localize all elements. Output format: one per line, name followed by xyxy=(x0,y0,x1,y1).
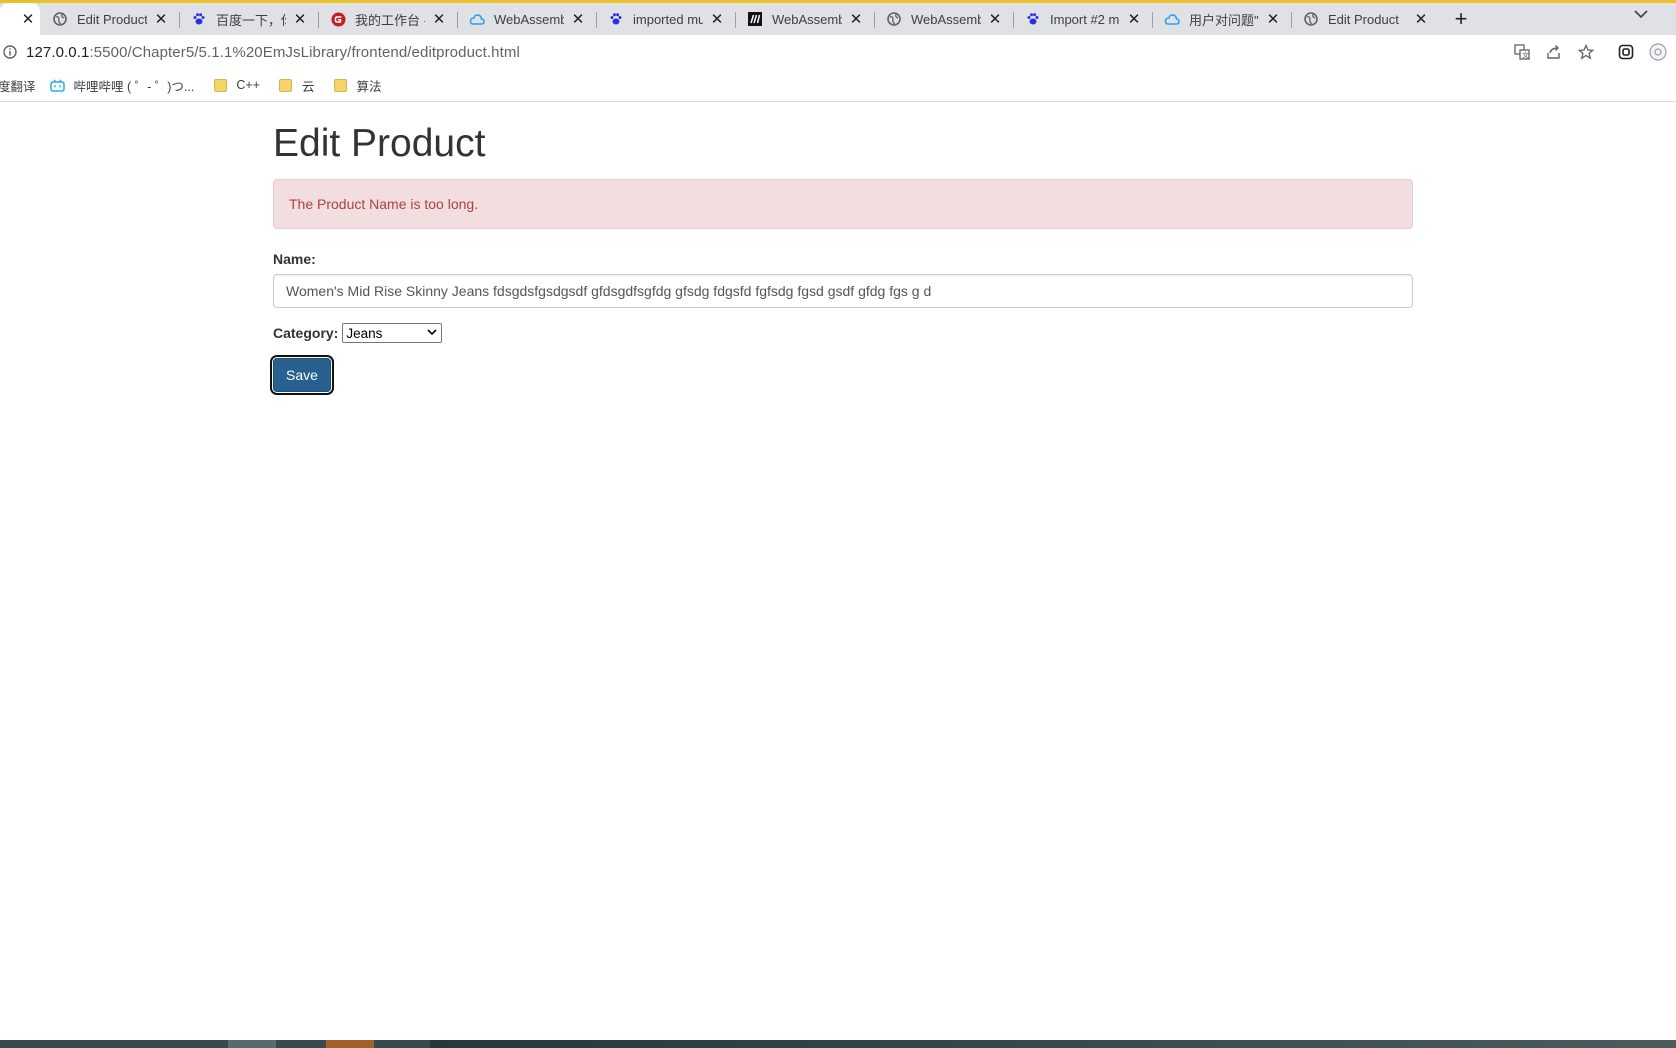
taskbar-segment xyxy=(228,1040,276,1048)
extension-icon[interactable] xyxy=(1616,42,1636,62)
new-tab-button[interactable]: + xyxy=(1445,3,1477,35)
baidu-paw-icon xyxy=(608,11,624,27)
mdn-icon xyxy=(747,11,763,27)
bookmark-star-icon[interactable] xyxy=(1576,42,1596,62)
close-tab-icon[interactable]: ✕ xyxy=(987,10,1003,28)
tab-imported-mutable[interactable]: imported muta ✕ xyxy=(596,3,735,35)
tab-title: Edit Product xyxy=(77,11,147,27)
close-tab-icon[interactable]: ✕ xyxy=(570,10,586,28)
save-button[interactable]: Save xyxy=(270,355,334,395)
category-label: Category: xyxy=(273,325,339,341)
folder-icon xyxy=(212,78,228,92)
product-name-input[interactable] xyxy=(273,274,1413,308)
bookmark-label: 云 xyxy=(301,79,315,94)
taskbar-segment xyxy=(326,1040,374,1048)
page-title: Edit Product xyxy=(273,122,486,165)
tab-title: Import #2 mod xyxy=(1050,11,1120,27)
svg-text:文: 文 xyxy=(1522,51,1529,60)
bookmark-label: 算法 xyxy=(356,79,382,94)
tab-title: Edit Product xyxy=(1328,11,1399,27)
close-tab-icon[interactable]: ✕ xyxy=(1265,10,1281,28)
taskbar-segment xyxy=(430,1040,1676,1048)
baidu-paw-icon xyxy=(1025,11,1041,27)
bookmark-bilibili[interactable]: 哔哩哔哩 ( ゜- ゜)つ... xyxy=(50,76,195,95)
url-text[interactable]: 127.0.0.1:5500/Chapter5/5.1.1%20EmJsLibr… xyxy=(26,44,520,61)
close-tab-icon[interactable]: ✕ xyxy=(709,10,725,28)
folder-icon xyxy=(278,78,294,92)
category-select[interactable]: Jeans xyxy=(342,323,443,343)
site-info-icon[interactable] xyxy=(2,44,18,60)
tab-webassembly-mdn[interactable]: WebAssembly ✕ xyxy=(735,3,874,35)
bookmark-label: 哔哩哔哩 ( ゜- ゜)つ... xyxy=(73,79,195,94)
name-label: Name: xyxy=(273,251,316,267)
url-host: 127.0.0.1 xyxy=(26,43,90,61)
tab-edit-product-2[interactable]: Edit Product ✕ xyxy=(1291,3,1439,35)
share-icon[interactable] xyxy=(1544,42,1564,62)
bookmark-folder-algorithm[interactable]: 算法 xyxy=(333,76,382,95)
tab-strip: ✕ Edit Product ✕ 百度一下，你就 ✕ 我的工作台 - Gi ✕ … xyxy=(0,3,1676,35)
close-tab-icon[interactable]: ✕ xyxy=(1413,10,1429,28)
close-tab-icon[interactable]: ✕ xyxy=(153,10,169,28)
close-tab-icon[interactable]: ✕ xyxy=(848,10,864,28)
globe-icon xyxy=(1303,11,1319,27)
folder-icon xyxy=(333,78,349,92)
close-tab-icon[interactable]: ✕ xyxy=(292,10,308,28)
tab-title: WebAssembly xyxy=(772,11,842,27)
os-taskbar xyxy=(0,1040,1676,1048)
chevron-down-icon xyxy=(427,326,437,341)
bookmarks-bar: 度翻译 哔哩哔哩 ( ゜- ゜)つ... C++ 云 算法 xyxy=(0,69,1676,102)
close-tab-icon[interactable]: ✕ xyxy=(20,10,36,28)
tab-title: 百度一下，你就 xyxy=(216,12,286,28)
category-selected-value: Jeans xyxy=(346,325,383,341)
bilibili-icon xyxy=(50,78,66,92)
tab-title: 用户对问题"实时 xyxy=(1189,12,1259,28)
globe-icon xyxy=(886,11,902,27)
tab-import-2[interactable]: Import #2 mod ✕ xyxy=(1013,3,1152,35)
globe-icon xyxy=(52,11,68,27)
cloud-icon xyxy=(469,11,485,27)
translate-icon[interactable]: 文 xyxy=(1512,42,1532,62)
bookmark-translate[interactable]: 度翻译 xyxy=(0,76,36,95)
tab-title: WebAssembly xyxy=(494,11,564,27)
close-tab-icon[interactable]: ✕ xyxy=(1126,10,1142,28)
edit-product-page: Edit Product The Product Name is too lon… xyxy=(270,102,1413,395)
tab-title: imported muta xyxy=(633,11,703,27)
tab-title: 我的工作台 - Gi xyxy=(355,12,425,28)
close-tab-icon[interactable]: ✕ xyxy=(431,10,447,28)
tab-webassembly-2[interactable]: WebAssembly ✕ xyxy=(874,3,1013,35)
url-path: :5500/Chapter5/5.1.1%20EmJsLibrary/front… xyxy=(89,43,520,61)
tab-gitee[interactable]: 我的工作台 - Gi ✕ xyxy=(318,3,457,35)
bookmark-label: 度翻译 xyxy=(0,79,36,94)
error-alert: The Product Name is too long. xyxy=(273,179,1413,229)
tab-search-chevron-icon[interactable] xyxy=(1634,6,1648,22)
category-row: Category: Jeans xyxy=(273,323,1413,343)
bookmark-folder-cpp[interactable]: C++ xyxy=(212,78,260,92)
bookmark-folder-cloud[interactable]: 云 xyxy=(278,76,315,95)
tab-user-question[interactable]: 用户对问题"实时 ✕ xyxy=(1152,3,1291,35)
tab-edit-product[interactable]: Edit Product ✕ xyxy=(40,3,179,35)
tab-baidu[interactable]: 百度一下，你就 ✕ xyxy=(179,3,318,35)
tab-current[interactable]: ✕ xyxy=(0,3,40,35)
tab-webassembly-1[interactable]: WebAssembly ✕ xyxy=(457,3,596,35)
bookmark-label: C++ xyxy=(236,78,260,92)
profile-avatar-icon[interactable] xyxy=(1648,42,1668,62)
cloud-icon xyxy=(1164,11,1180,27)
gitee-icon xyxy=(330,11,346,27)
error-message: The Product Name is too long. xyxy=(289,196,479,212)
address-bar[interactable]: 127.0.0.1:5500/Chapter5/5.1.1%20EmJsLibr… xyxy=(0,35,1676,69)
tab-title: WebAssembly xyxy=(911,11,981,27)
baidu-paw-icon xyxy=(191,11,207,27)
